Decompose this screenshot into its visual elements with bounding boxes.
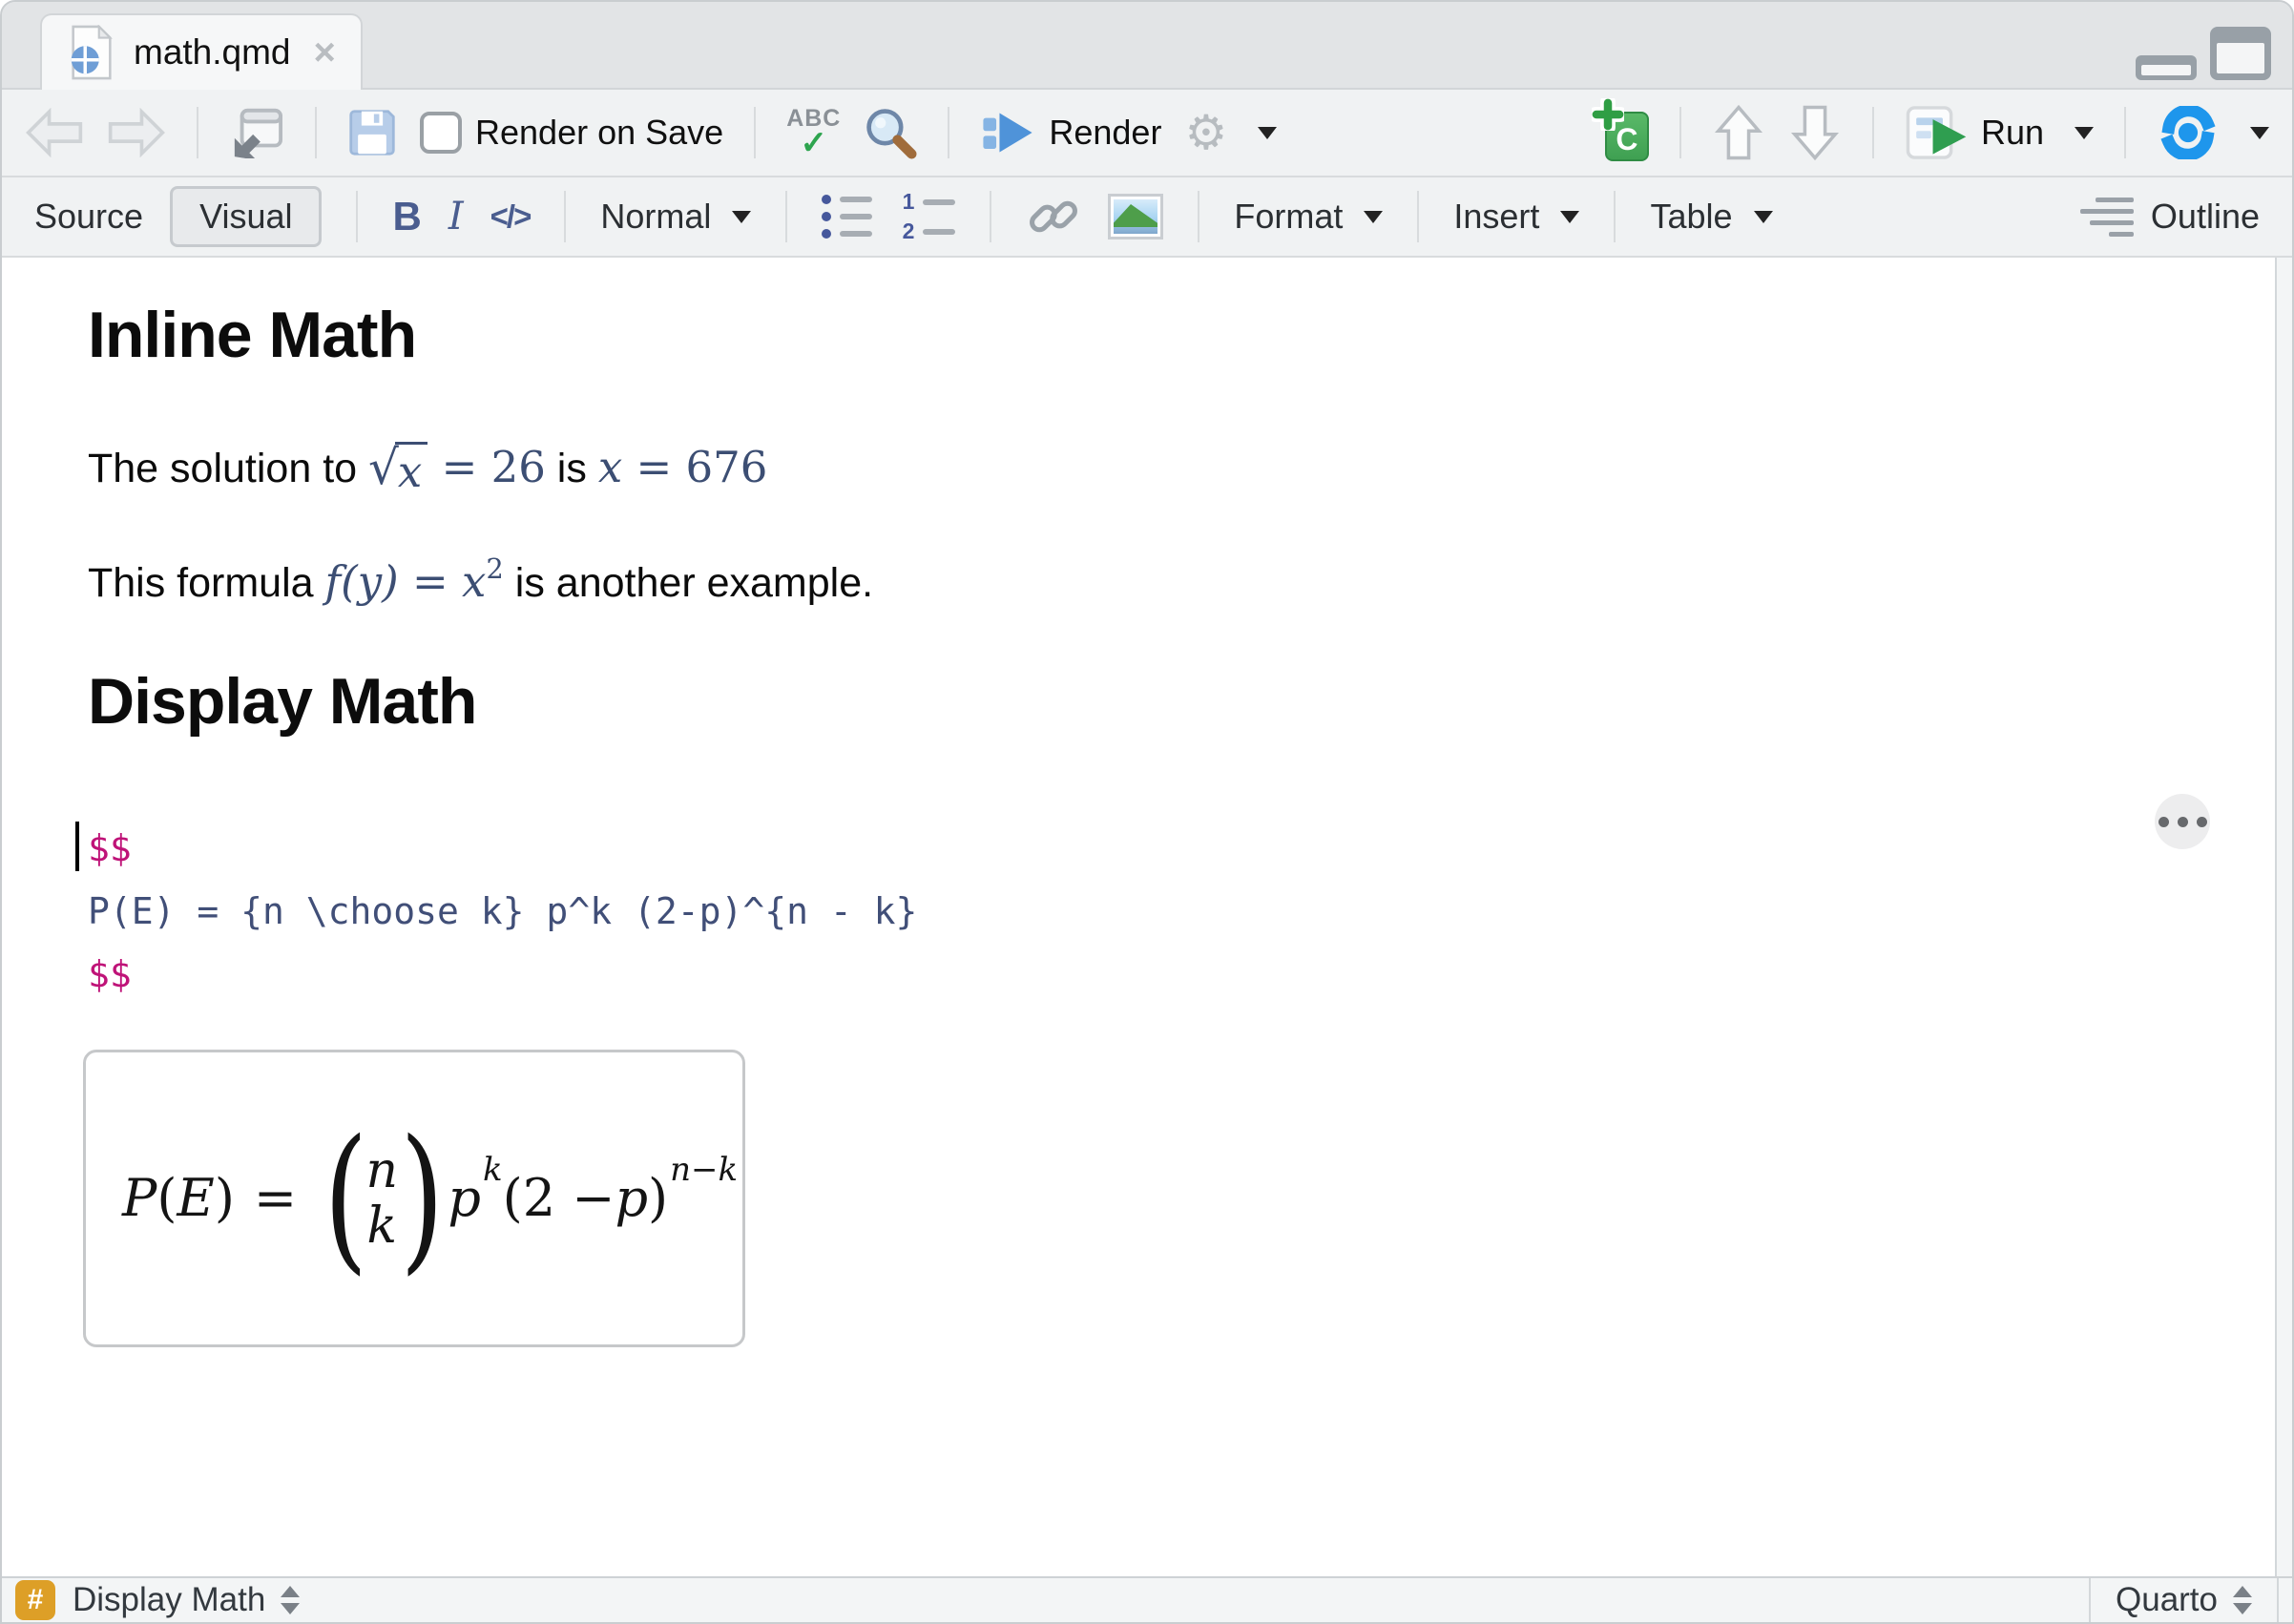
separator <box>1679 107 1681 158</box>
render-on-save-toggle[interactable]: Render on Save <box>420 112 723 154</box>
insert-menu[interactable]: Insert <box>1453 197 1580 237</box>
bold-icon[interactable]: B <box>392 194 421 239</box>
next-chunk-icon[interactable] <box>1788 104 1842 161</box>
insert-chunk-button[interactable]: C <box>1591 98 1649 161</box>
math-delimiter-open: $$ <box>75 817 132 880</box>
open-in-new-window-icon[interactable] <box>229 107 284 158</box>
inline-code-icon[interactable]: </> <box>490 198 532 235</box>
block-options-ellipsis-button[interactable] <box>2155 794 2210 849</box>
paragraph-style-caret-icon <box>732 210 752 223</box>
tab-close-icon[interactable]: × <box>314 33 336 72</box>
image-icon[interactable] <box>1108 194 1164 239</box>
separator <box>1417 191 1420 242</box>
separator <box>564 191 567 242</box>
paragraph-style-value: Normal <box>600 197 712 236</box>
outline-label: Outline <box>2150 197 2260 236</box>
source-mode-button[interactable]: Source <box>34 197 143 237</box>
bullet-list-icon[interactable] <box>822 195 873 239</box>
separator <box>356 191 359 242</box>
heading-display-math: Display Math <box>88 665 477 739</box>
latex-source-line: P(E) = {n \choose k} p^k (2-p)^{n - k} <box>88 889 918 932</box>
scrollbar[interactable] <box>2275 258 2292 1576</box>
document-format-label[interactable]: Quarto <box>2116 1581 2218 1619</box>
render-on-save-label: Render on Save <box>475 113 724 152</box>
plus-icon <box>1591 98 1624 131</box>
run-button[interactable]: Run <box>1905 104 2044 161</box>
inline-math-sqrt: √ x = 26 <box>368 440 546 498</box>
search-icon[interactable] <box>864 106 917 159</box>
paragraph-inline-math-2: This formula f(y) = x2 is another exampl… <box>88 552 874 608</box>
separator <box>785 191 788 242</box>
separator <box>1198 191 1200 242</box>
render-settings-caret-icon[interactable] <box>1258 126 1278 139</box>
rerun-source-icon[interactable] <box>2157 106 2220 159</box>
run-label: Run <box>1980 113 2044 152</box>
maximize-pane-icon[interactable] <box>2210 27 2271 80</box>
paragraph-style-dropdown[interactable]: Normal <box>600 197 752 237</box>
separator <box>2277 1578 2279 1622</box>
separator <box>2089 1578 2091 1622</box>
separator <box>754 107 757 158</box>
numbered-list-icon[interactable]: 1 2 <box>899 191 956 242</box>
format-menu-caret-icon <box>1364 210 1384 223</box>
math-delimiter-close: $$ <box>88 952 132 995</box>
format-toolbar: Source Visual B I </> Normal 1 2 Format <box>2 177 2292 258</box>
minimize-pane-icon[interactable] <box>2136 55 2197 80</box>
separator <box>948 107 950 158</box>
separator <box>1871 107 1874 158</box>
rstudio-source-pane: math.qmd × Render on Save ABC ✓ Render ⚙… <box>0 0 2294 1624</box>
format-menu[interactable]: Format <box>1234 197 1384 237</box>
outline-icon <box>2079 197 2134 237</box>
pane-window-buttons <box>2136 27 2271 80</box>
previous-chunk-icon[interactable] <box>1712 104 1765 161</box>
separator <box>315 107 317 158</box>
separator <box>2124 107 2126 158</box>
tab-strip: math.qmd × <box>2 2 2292 90</box>
run-options-caret-icon[interactable] <box>2075 126 2094 139</box>
back-icon[interactable] <box>25 108 84 157</box>
tab-title: math.qmd <box>134 32 291 72</box>
rendered-equation: P(E) = ( nk ) pk (2 − p) n−k <box>122 1106 739 1290</box>
render-icon <box>983 113 1032 153</box>
run-icon <box>1906 106 1967 159</box>
forward-icon[interactable] <box>107 108 166 157</box>
outline-toggle[interactable]: Outline <box>2079 197 2260 237</box>
spellcheck-icon[interactable]: ABC ✓ <box>786 106 841 159</box>
table-menu-label: Table <box>1650 197 1733 236</box>
save-icon[interactable] <box>347 108 397 157</box>
editor-canvas[interactable]: Inline Math The solution to √ x = 26 is x… <box>2 258 2292 1576</box>
text-cursor <box>75 821 79 871</box>
heading-block-icon: # <box>15 1580 55 1620</box>
separator <box>1614 191 1616 242</box>
insert-menu-caret-icon <box>1560 210 1580 223</box>
link-icon[interactable] <box>1026 189 1081 244</box>
separator <box>990 191 992 242</box>
separator <box>197 107 198 158</box>
main-toolbar: Render on Save ABC ✓ Render ⚙ C Run <box>2 90 2292 177</box>
format-menu-label: Format <box>1234 197 1344 236</box>
inline-math-x676: x = 676 <box>597 442 768 493</box>
italic-icon[interactable]: I <box>448 195 464 239</box>
block-stepper-icon[interactable] <box>281 1586 301 1614</box>
render-label: Render <box>1049 113 1162 152</box>
render-button[interactable]: Render <box>980 110 1161 156</box>
table-menu-caret-icon <box>1753 210 1773 223</box>
inline-math-fy: f(y) = x2 <box>324 552 504 608</box>
quarto-document-icon <box>71 25 113 80</box>
insert-menu-label: Insert <box>1453 197 1540 236</box>
paragraph-inline-math-1: The solution to √ x = 26 is x = 676 <box>88 440 768 498</box>
render-on-save-checkbox[interactable] <box>420 112 462 154</box>
table-menu[interactable]: Table <box>1650 197 1773 237</box>
render-settings-gear-icon[interactable]: ⚙ <box>1184 109 1227 156</box>
heading-inline-math: Inline Math <box>88 299 417 371</box>
equation-preview-card: P(E) = ( nk ) pk (2 − p) n−k <box>83 1049 745 1347</box>
current-block-label[interactable]: Display Math <box>73 1581 265 1619</box>
display-math-source[interactable]: $$ P(E) = {n \choose k} p^k (2-p)^{n - k… <box>75 817 2292 1006</box>
status-bar: # Display Math Quarto <box>2 1576 2292 1622</box>
visual-mode-button[interactable]: Visual <box>170 186 323 247</box>
source-options-caret-icon[interactable] <box>2250 126 2269 139</box>
format-stepper-icon[interactable] <box>2233 1586 2252 1614</box>
tab-math-qmd[interactable]: math.qmd × <box>40 13 363 90</box>
